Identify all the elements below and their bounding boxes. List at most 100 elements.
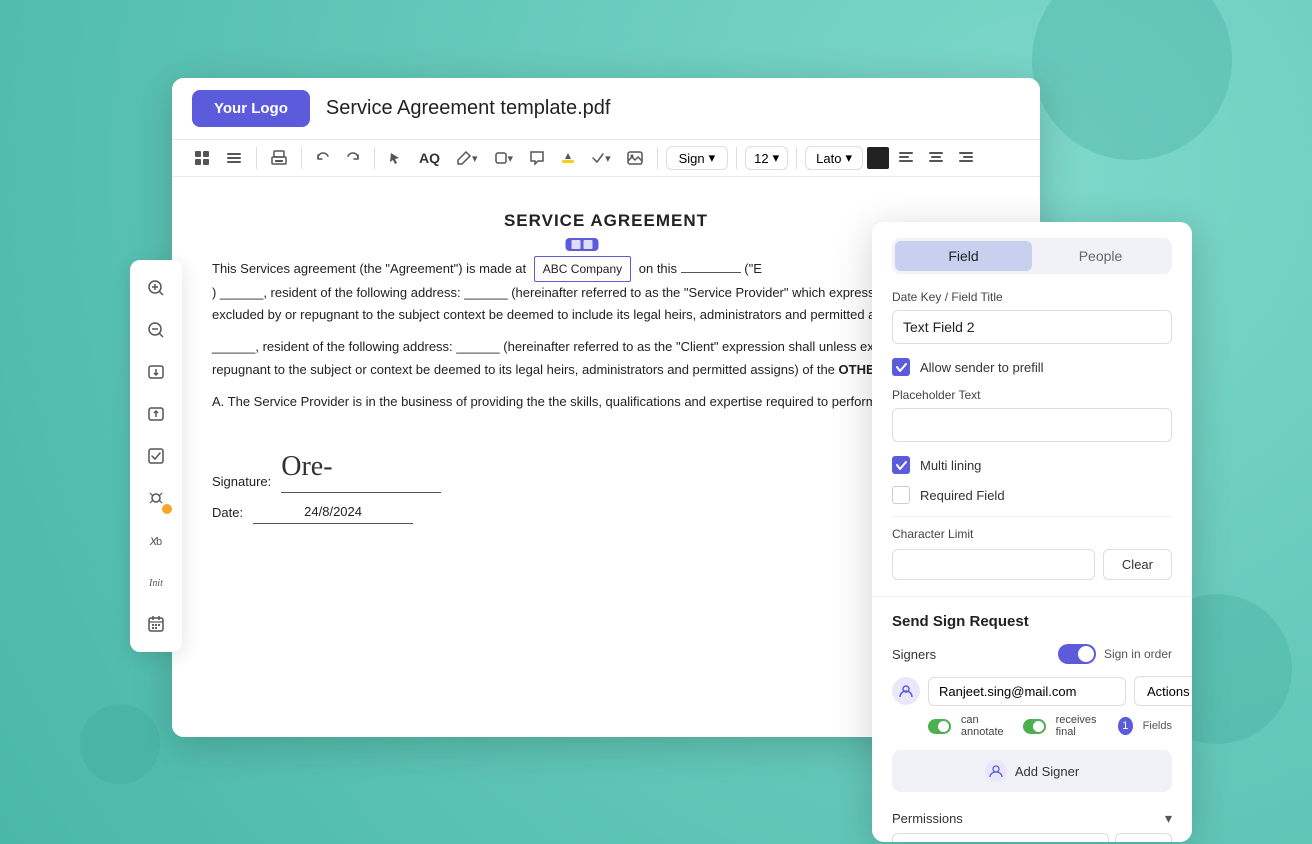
toggle-knob [1078, 646, 1094, 662]
can-annotate-label: can annotate [961, 714, 1013, 738]
panel-tabs: Field People [892, 238, 1172, 274]
char-limit-label: Character Limit [892, 527, 1172, 541]
send-sign-request-title: Send Sign Request [892, 613, 1172, 630]
left-sidebar: xb Init [130, 260, 182, 652]
signer-meta-row: can annotate receives final 1 Fields [892, 714, 1172, 738]
sign-order-toggle[interactable] [1058, 644, 1096, 664]
text-tool-button[interactable]: AQ [413, 146, 446, 170]
multi-lining-row: Multi lining [892, 456, 1172, 474]
field-panel: Field People Date Key / Field Title Allo… [872, 222, 1192, 596]
list-view-button[interactable] [220, 146, 248, 170]
svg-text:b: b [156, 536, 162, 548]
print-button[interactable] [265, 146, 293, 170]
formula-button[interactable]: xb [138, 522, 174, 558]
permissions-label: Permissions [892, 811, 963, 826]
char-limit-row: Clear [892, 549, 1172, 580]
sign-chevron-icon: ▾ [709, 150, 716, 166]
add-signer-button[interactable]: Add Signer [892, 750, 1172, 792]
align-left-button[interactable] [893, 148, 919, 168]
cursor-tool-button[interactable] [383, 147, 409, 169]
sign-button[interactable]: Sign ▾ [666, 146, 729, 170]
color-picker[interactable] [867, 147, 889, 169]
comment-button[interactable] [523, 146, 551, 170]
font-chevron-icon: ▾ [845, 150, 852, 166]
multi-lining-label: Multi lining [920, 458, 981, 473]
logo-box: Your Logo [192, 90, 310, 127]
allow-sender-label: Allow sender to prefill [920, 360, 1044, 375]
header-bar: Your Logo Service Agreement template.pdf [172, 78, 1040, 140]
signers-label: Signers [892, 647, 936, 662]
toolbar-divider-1 [256, 147, 257, 169]
font-size-selector[interactable]: 12 ▾ [745, 146, 788, 170]
wrap-button[interactable] [138, 396, 174, 432]
date-value: 24/8/2024 [253, 501, 413, 524]
field-divider [892, 516, 1172, 517]
flow-lock-badge [162, 504, 172, 514]
clear-button[interactable]: Clear [1103, 549, 1172, 580]
date-key-label: Date Key / Field Title [892, 290, 1172, 304]
highlight-button[interactable] [555, 147, 581, 169]
signers-row: Signers Sign in order [892, 644, 1172, 664]
insert-right-button[interactable] [138, 354, 174, 390]
redo-button[interactable] [340, 147, 366, 169]
required-field-row: Required Field [892, 486, 1172, 504]
checkbox-button[interactable] [138, 438, 174, 474]
tab-field[interactable]: Field [895, 241, 1032, 271]
required-field-label: Required Field [920, 488, 1005, 503]
permissions-row: Permissions ▾ [892, 804, 1172, 833]
add-email-button[interactable]: Add [1115, 833, 1172, 842]
toolbar-divider-5 [736, 147, 737, 169]
allow-sender-row: Allow sender to prefill [892, 358, 1172, 376]
undo-button[interactable] [310, 147, 336, 169]
zoom-out-button[interactable] [138, 312, 174, 348]
abc-company-field[interactable]: ABC Company [534, 256, 631, 282]
align-right-button[interactable] [953, 148, 979, 168]
toolbar-divider-4 [657, 147, 658, 169]
toolbar: AQ ▾ ▾ ▾ Sign ▾ [172, 140, 1040, 177]
sign-order-label: Sign in order [1104, 647, 1172, 661]
toolbar-divider-2 [301, 147, 302, 169]
signature-image: Ore- [281, 443, 441, 494]
signer-email-input[interactable] [928, 677, 1126, 706]
align-center-button[interactable] [923, 148, 949, 168]
signer-avatar [892, 677, 920, 705]
allow-sender-checkbox[interactable] [892, 358, 910, 376]
can-annotate-toggle[interactable] [928, 719, 951, 734]
right-panel: Field People Date Key / Field Title Allo… [872, 222, 1192, 842]
font-size-chevron-icon: ▾ [773, 150, 780, 166]
placeholder-text-input[interactable] [892, 408, 1172, 442]
zoom-in-button[interactable] [138, 270, 174, 306]
initial-button[interactable]: Init [138, 564, 174, 600]
signature-label: Signature: [212, 471, 271, 493]
permissions-chevron-icon[interactable]: ▾ [1165, 810, 1172, 827]
checkmark-tool-button[interactable]: ▾ [585, 147, 617, 169]
font-selector[interactable]: Lato ▾ [805, 146, 863, 170]
fields-badge[interactable]: 1 [1118, 717, 1133, 735]
flow-lock-button[interactable] [138, 480, 174, 516]
char-limit-input[interactable] [892, 549, 1095, 580]
add-signer-icon [985, 760, 1007, 782]
field-handle[interactable] [566, 238, 599, 251]
field-title-input[interactable] [892, 310, 1172, 344]
image-button[interactable] [621, 147, 649, 169]
add-signer-email-row: Add [892, 833, 1172, 842]
calendar-button[interactable] [138, 606, 174, 642]
sign-panel: Send Sign Request Signers Sign in order … [872, 596, 1192, 842]
receives-final-label: receives final [1056, 714, 1108, 738]
receives-final-toggle[interactable] [1023, 719, 1046, 734]
pen-tool-button[interactable]: ▾ [450, 146, 484, 170]
placeholder-text-label: Placeholder Text [892, 388, 1172, 402]
date-label: Date: [212, 502, 243, 524]
sign-order-row: Sign in order [1058, 644, 1172, 664]
toolbar-divider-6 [796, 147, 797, 169]
shape-tool-button[interactable]: ▾ [488, 147, 520, 169]
required-field-checkbox[interactable] [892, 486, 910, 504]
signer-row: Actions ▾ [892, 676, 1172, 706]
fields-label[interactable]: Fields [1143, 720, 1172, 732]
multi-lining-checkbox[interactable] [892, 456, 910, 474]
grid-view-button[interactable] [188, 146, 216, 170]
tab-people[interactable]: People [1032, 241, 1169, 271]
toolbar-divider-3 [374, 147, 375, 169]
actions-button[interactable]: Actions ▾ [1134, 676, 1192, 706]
add-email-input[interactable] [892, 833, 1109, 842]
